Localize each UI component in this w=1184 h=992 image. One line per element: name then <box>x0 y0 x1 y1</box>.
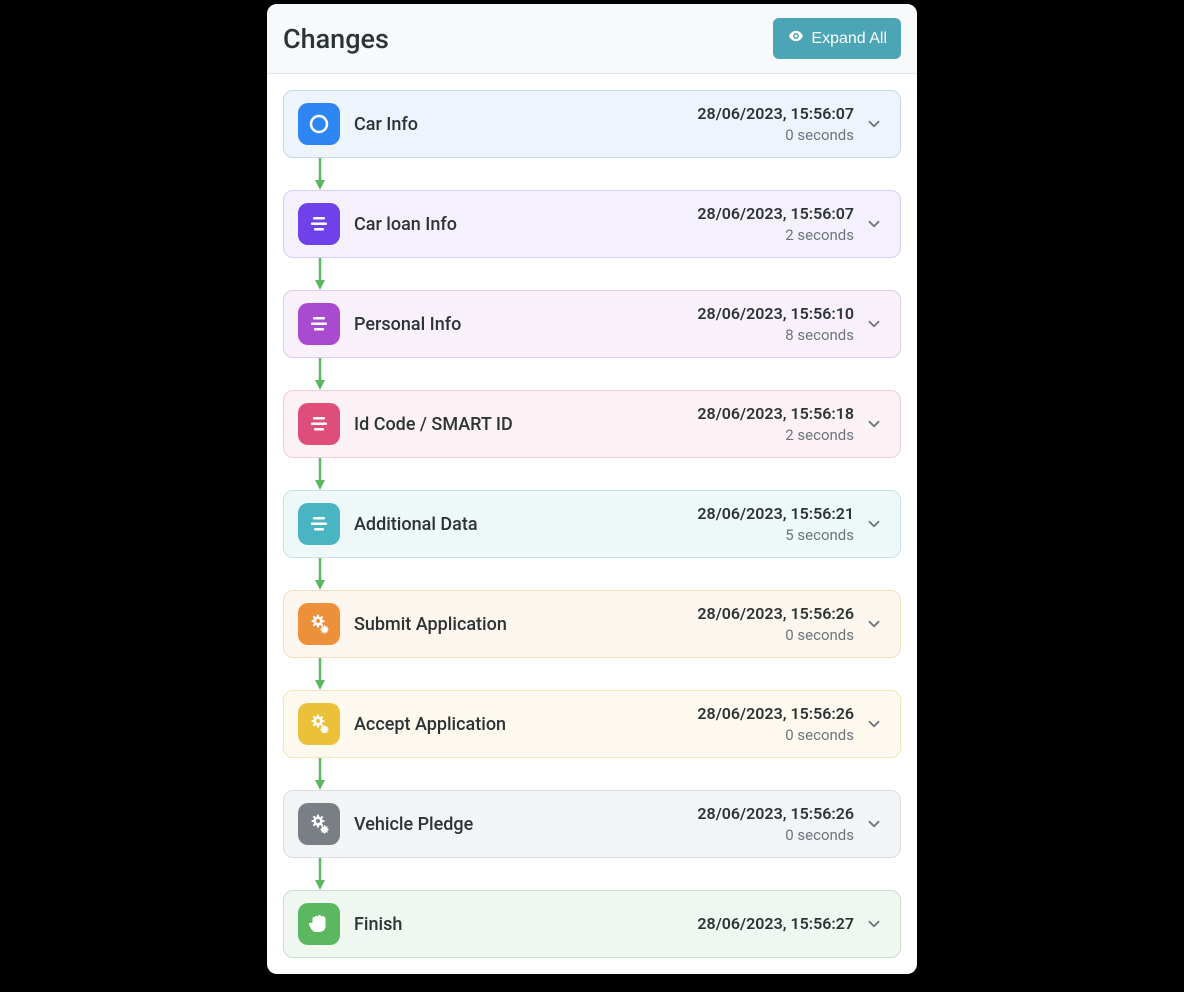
step-row[interactable]: Additional Data28/06/2023, 15:56:215 sec… <box>283 490 901 558</box>
step-meta: 28/06/2023, 15:56:072 seconds <box>697 203 854 245</box>
connector-arrow <box>283 458 901 490</box>
step-row[interactable]: Car Info28/06/2023, 15:56:070 seconds <box>283 90 901 158</box>
step-duration: 0 seconds <box>697 125 854 145</box>
connector-arrow <box>283 558 901 590</box>
step-timestamp: 28/06/2023, 15:56:18 <box>697 403 854 425</box>
gears-icon <box>298 703 340 745</box>
gears-icon <box>298 803 340 845</box>
step-timestamp: 28/06/2023, 15:56:10 <box>697 303 854 325</box>
connector-arrow <box>283 858 901 890</box>
step-timestamp: 28/06/2023, 15:56:26 <box>697 603 854 625</box>
step-label: Car loan Info <box>340 214 697 235</box>
chevron-down-icon <box>854 515 886 533</box>
step-label: Accept Application <box>340 714 697 735</box>
hand-icon <box>298 903 340 945</box>
step-timestamp: 28/06/2023, 15:56:07 <box>697 203 854 225</box>
step-label: Finish <box>340 914 697 935</box>
chevron-down-icon <box>854 215 886 233</box>
step-timestamp: 28/06/2023, 15:56:26 <box>697 803 854 825</box>
chevron-down-icon <box>854 615 886 633</box>
step-meta: 28/06/2023, 15:56:260 seconds <box>697 803 854 845</box>
step-meta: 28/06/2023, 15:56:182 seconds <box>697 403 854 445</box>
eye-icon <box>787 27 805 50</box>
connector-arrow <box>283 158 901 190</box>
connector-arrow <box>283 358 901 390</box>
step-label: Additional Data <box>340 514 697 535</box>
step-meta: 28/06/2023, 15:56:260 seconds <box>697 603 854 645</box>
step-label: Submit Application <box>340 614 697 635</box>
step-label: Personal Info <box>340 314 697 335</box>
step-duration: 8 seconds <box>697 325 854 345</box>
chevron-down-icon <box>854 115 886 133</box>
step-meta: 28/06/2023, 15:56:260 seconds <box>697 703 854 745</box>
circle-icon <box>298 103 340 145</box>
step-timestamp: 28/06/2023, 15:56:07 <box>697 103 854 125</box>
step-duration: 0 seconds <box>697 625 854 645</box>
step-meta: 28/06/2023, 15:56:108 seconds <box>697 303 854 345</box>
step-row[interactable]: Car loan Info28/06/2023, 15:56:072 secon… <box>283 190 901 258</box>
chevron-down-icon <box>854 415 886 433</box>
step-timestamp: 28/06/2023, 15:56:26 <box>697 703 854 725</box>
connector-arrow <box>283 758 901 790</box>
form-icon <box>298 303 340 345</box>
steps-container: Car Info28/06/2023, 15:56:070 secondsCar… <box>267 74 917 974</box>
step-duration: 2 seconds <box>697 425 854 445</box>
step-label: Car Info <box>340 114 697 135</box>
chevron-down-icon <box>854 915 886 933</box>
step-row[interactable]: Accept Application28/06/2023, 15:56:260 … <box>283 690 901 758</box>
expand-all-button[interactable]: Expand All <box>773 18 901 59</box>
gears-icon <box>298 603 340 645</box>
step-meta: 28/06/2023, 15:56:070 seconds <box>697 103 854 145</box>
step-row[interactable]: Personal Info28/06/2023, 15:56:108 secon… <box>283 290 901 358</box>
panel-title: Changes <box>283 23 389 55</box>
chevron-down-icon <box>854 715 886 733</box>
connector-arrow <box>283 258 901 290</box>
step-label: Id Code / SMART ID <box>340 414 697 435</box>
step-row[interactable]: Id Code / SMART ID28/06/2023, 15:56:182 … <box>283 390 901 458</box>
step-duration: 0 seconds <box>697 825 854 845</box>
step-row[interactable]: Vehicle Pledge28/06/2023, 15:56:260 seco… <box>283 790 901 858</box>
step-meta: 28/06/2023, 15:56:215 seconds <box>697 503 854 545</box>
changes-panel: Changes Expand All Car Info28/06/2023, 1… <box>267 4 917 974</box>
chevron-down-icon <box>854 315 886 333</box>
form-icon <box>298 203 340 245</box>
step-duration: 2 seconds <box>697 225 854 245</box>
chevron-down-icon <box>854 815 886 833</box>
step-row[interactable]: Finish28/06/2023, 15:56:27 <box>283 890 901 958</box>
panel-header: Changes Expand All <box>267 4 917 74</box>
step-duration: 5 seconds <box>697 525 854 545</box>
form-icon <box>298 403 340 445</box>
form-icon <box>298 503 340 545</box>
step-row[interactable]: Submit Application28/06/2023, 15:56:260 … <box>283 590 901 658</box>
expand-all-label: Expand All <box>811 30 887 48</box>
step-meta: 28/06/2023, 15:56:27 <box>697 913 854 935</box>
step-duration: 0 seconds <box>697 725 854 745</box>
step-timestamp: 28/06/2023, 15:56:27 <box>697 913 854 935</box>
connector-arrow <box>283 658 901 690</box>
step-timestamp: 28/06/2023, 15:56:21 <box>697 503 854 525</box>
step-label: Vehicle Pledge <box>340 814 697 835</box>
